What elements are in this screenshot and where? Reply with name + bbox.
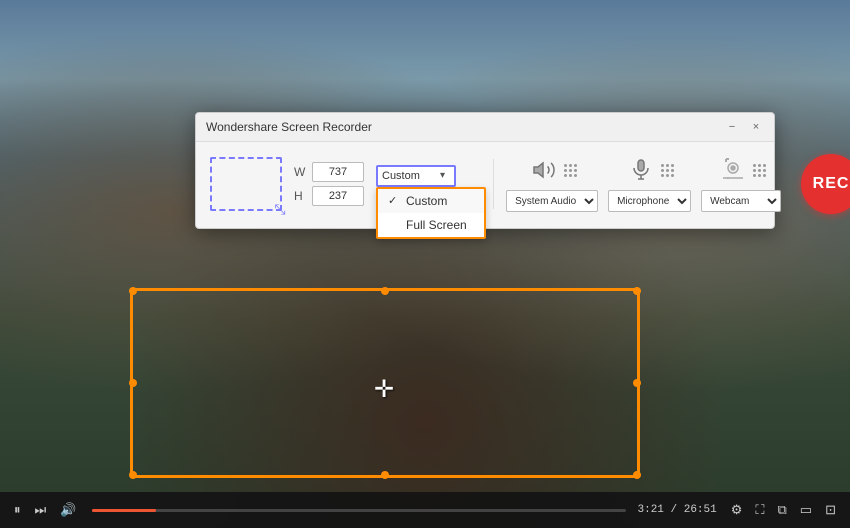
width-row: W xyxy=(294,162,364,182)
check-icon: ✓ xyxy=(388,194,400,207)
option-label-fullscreen: Full Screen xyxy=(406,218,467,232)
progress-fill xyxy=(92,509,156,512)
system-audio-icon-group xyxy=(528,156,577,184)
vertical-divider xyxy=(493,159,494,209)
volume-button[interactable]: 🔊 xyxy=(56,500,80,520)
pip-button[interactable]: ⧉ xyxy=(774,500,791,520)
dropdown-popup: ✓ Custom Full Screen xyxy=(376,187,486,239)
theater-button[interactable]: ▭ xyxy=(796,500,816,520)
dialog-title: Wondershare Screen Recorder xyxy=(206,120,372,134)
microphone-icon xyxy=(625,156,657,184)
dropdown-option-custom[interactable]: ✓ Custom xyxy=(378,189,484,213)
speaker-icon xyxy=(528,156,560,184)
next-frame-button[interactable]: ⏭ xyxy=(31,500,51,520)
video-controls-bar: ⏸ ⏭ 🔊 3:21 / 26:51 ⚙ ⛶ ⧉ ▭ ⊡ xyxy=(0,492,850,528)
settings-icon[interactable]: ⚙ xyxy=(727,500,747,520)
webcam-dots-pattern xyxy=(753,164,766,177)
height-label: H xyxy=(294,189,308,203)
car-scene xyxy=(0,0,850,528)
play-pause-button[interactable]: ⏸ xyxy=(10,500,25,520)
preset-dropdown: Custom Full Screen ▾ xyxy=(376,165,481,187)
progress-bar[interactable] xyxy=(92,509,625,512)
mic-dots-pattern xyxy=(661,164,674,177)
close-button[interactable]: × xyxy=(748,119,764,135)
webcam-control: Webcam xyxy=(701,156,781,212)
preset-select[interactable]: Custom Full Screen xyxy=(376,165,456,187)
minimize-button[interactable]: − xyxy=(724,119,740,135)
dropdown-option-fullscreen[interactable]: Full Screen xyxy=(378,213,484,237)
dimension-inputs: W H xyxy=(294,162,364,206)
option-label-custom: Custom xyxy=(406,194,447,208)
fullscreen-button[interactable]: ⛶ xyxy=(751,500,768,520)
width-label: W xyxy=(294,165,308,179)
video-background xyxy=(0,0,850,528)
dialog-content: ⤡ W H Custom Full Screen ▾ xyxy=(196,142,774,228)
dialog-window-controls: − × xyxy=(724,119,764,135)
webcam-icon-group xyxy=(717,156,766,184)
recorder-dialog: Wondershare Screen Recorder − × ⤡ W H xyxy=(195,112,775,229)
resize-handle-icon[interactable]: ⤡ xyxy=(274,203,286,215)
microphone-icon-group xyxy=(625,156,674,184)
webcam-select[interactable]: Webcam xyxy=(701,190,781,212)
system-audio-select[interactable]: System Audio xyxy=(506,190,598,212)
preset-section: Custom Full Screen ▾ Lock Aspect Ratio ✓… xyxy=(376,165,481,204)
webcam-icon xyxy=(717,156,749,184)
dialog-titlebar: Wondershare Screen Recorder − × xyxy=(196,113,774,142)
microphone-select[interactable]: Microphone xyxy=(608,190,691,212)
time-display: 3:21 / 26:51 xyxy=(638,504,717,516)
height-input[interactable] xyxy=(312,186,364,206)
av-controls: System Audio xyxy=(506,156,781,212)
move-cursor-icon: ✛ xyxy=(370,375,398,403)
system-audio-control: System Audio xyxy=(506,156,598,212)
microphone-control: Microphone xyxy=(608,156,691,212)
width-input[interactable] xyxy=(312,162,364,182)
audio-dots-pattern xyxy=(564,164,577,177)
height-row: H xyxy=(294,186,364,206)
right-controls: ⚙ ⛶ ⧉ ▭ ⊡ xyxy=(727,500,840,520)
miniplayer-button[interactable]: ⊡ xyxy=(821,500,840,520)
capture-area-preview[interactable]: ⤡ xyxy=(210,157,282,211)
